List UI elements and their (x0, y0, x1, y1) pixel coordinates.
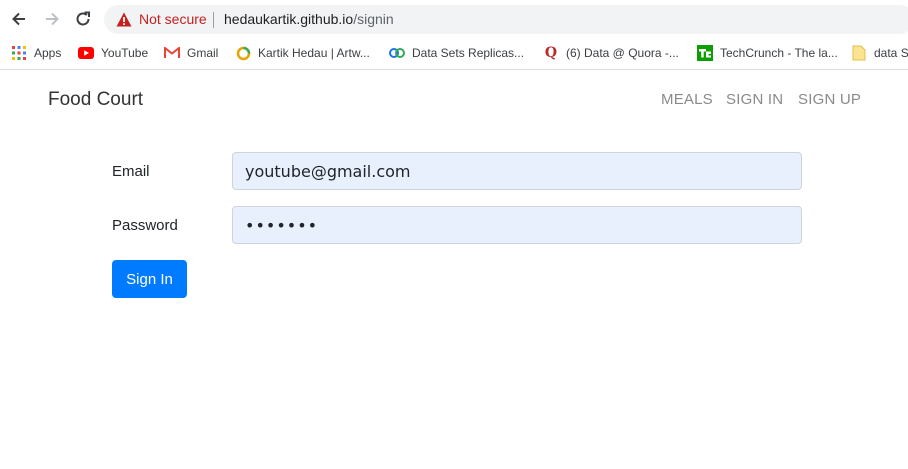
back-arrow-icon (12, 12, 25, 26)
bookmark-label: YouTube (101, 46, 149, 60)
bookmark-label: Apps (34, 46, 62, 60)
bookmark-gmail[interactable]: Gmail (164, 38, 218, 68)
techcrunch-icon (697, 45, 713, 61)
email-field[interactable]: youtube@gmail.com (232, 152, 802, 190)
url-text[interactable]: hedaukartik.github.io/signin (224, 11, 394, 27)
bookmark-kartik-hedau[interactable]: Kartik Hedau | Artw... (235, 38, 370, 68)
bookmark-label: (6) Data @ Quora -... (566, 46, 679, 60)
youtube-icon (78, 45, 94, 61)
bookmark-youtube[interactable]: YouTube (78, 38, 148, 68)
address-bar[interactable]: Not secure hedaukartik.github.io/signin (104, 5, 908, 34)
quora-icon: Q (544, 45, 558, 61)
bookmark-data-sets[interactable]: Data Sets Replicas... (389, 38, 524, 68)
bookmark-label: data S (874, 46, 908, 60)
reload-button[interactable] (73, 9, 93, 29)
url-host: hedaukartik.github.io (224, 11, 354, 27)
sign-in-button[interactable]: Sign In (112, 260, 187, 298)
security-status[interactable]: Not secure (139, 11, 207, 27)
bookmark-data-folder[interactable]: data S (851, 38, 908, 68)
folder-icon (851, 45, 867, 61)
back-button[interactable] (9, 9, 29, 29)
bookmark-apps[interactable]: Apps (11, 38, 61, 68)
nav-link-sign-up[interactable]: SIGN UP (798, 91, 861, 108)
ring-icon (235, 45, 251, 61)
bookmark-label: Gmail (187, 46, 219, 60)
password-label: Password (112, 217, 178, 234)
forward-arrow-icon (46, 12, 59, 26)
bookmark-techcrunch[interactable]: TechCrunch - The la... (697, 38, 838, 68)
bookmark-quora[interactable]: Q (6) Data @ Quora -... (543, 38, 679, 68)
bookmark-label: Kartik Hedau | Artw... (258, 46, 370, 60)
apps-grid-icon (11, 45, 27, 61)
url-path: /signin (353, 11, 394, 27)
browser-toolbar: Not secure hedaukartik.github.io/signin (0, 0, 908, 38)
reload-icon (76, 11, 90, 26)
nav-link-sign-in[interactable]: SIGN IN (726, 91, 783, 108)
gmail-icon (164, 45, 180, 61)
bookmarks-bar: Apps YouTube Gmail Kartik Hedau | Artw..… (0, 38, 908, 70)
forward-button[interactable] (42, 9, 62, 29)
password-field[interactable]: ••••••• (232, 206, 802, 244)
brand-logo[interactable]: Food Court (48, 89, 143, 111)
address-separator (213, 12, 214, 28)
bookmark-label: TechCrunch - The la... (720, 46, 838, 60)
email-label: Email (112, 163, 150, 180)
nav-link-meals[interactable]: MEALS (661, 91, 713, 108)
warning-triangle-icon (116, 12, 132, 27)
bookmark-label: Data Sets Replicas... (412, 46, 525, 60)
circles-icon (389, 45, 405, 61)
